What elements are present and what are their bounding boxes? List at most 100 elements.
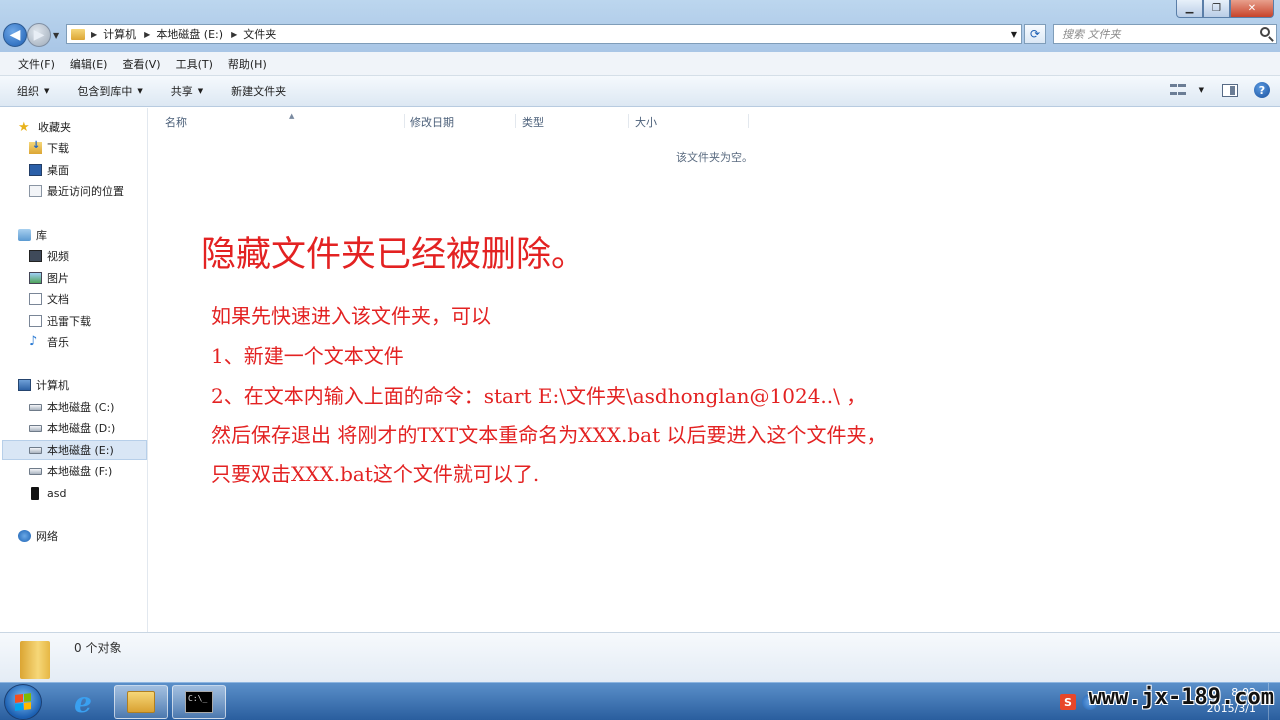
nav-label: 音乐 (47, 336, 69, 349)
toolbar-right: ▼ ? (1169, 82, 1270, 98)
nav-drive-f[interactable]: 本地磁盘 (F:) (29, 461, 112, 481)
column-modified-label: 修改日期 (410, 116, 454, 129)
address-bar[interactable]: ▶ 计算机 ▶ 本地磁盘 (E:) ▶ 文件夹 ▼ (66, 24, 1022, 44)
nav-buttons: ◀ ▶ ▼ (3, 23, 59, 47)
star-icon: ★ (18, 119, 30, 135)
menu-view[interactable]: 查看(V) (116, 54, 166, 74)
recent-pages-dropdown[interactable]: ▼ (53, 31, 59, 40)
nav-desktop[interactable]: 桌面 (29, 160, 69, 180)
nav-label: 视频 (47, 250, 69, 263)
help-icon[interactable]: ? (1254, 82, 1270, 98)
forward-button[interactable]: ▶ (27, 23, 51, 47)
pictures-library-icon (29, 272, 42, 284)
nav-label: asd (47, 486, 67, 500)
refresh-button[interactable]: ⟳ (1024, 24, 1046, 44)
column-type-label: 类型 (522, 116, 544, 129)
column-header-name[interactable]: 名称 ▲ (159, 112, 405, 129)
downloads-folder-icon (29, 140, 42, 154)
view-dropdown-icon[interactable]: ▼ (1199, 86, 1204, 94)
menu-file[interactable]: 文件(F) (12, 54, 61, 74)
caret-down-icon: ▼ (197, 87, 204, 95)
forward-arrow-icon: ▶ (33, 27, 45, 43)
nav-drive-d[interactable]: 本地磁盘 (D:) (29, 418, 115, 438)
details-pane: 0 个对象 (0, 632, 1280, 682)
start-button[interactable] (4, 684, 42, 720)
nav-network[interactable]: 网络 (18, 526, 58, 546)
nav-label: 网络 (36, 530, 58, 543)
menu-help[interactable]: 帮助(H) (222, 54, 273, 74)
drive-icon (29, 403, 42, 411)
nav-recent-places[interactable]: 最近访问的位置 (29, 181, 124, 201)
command-bar: 组织 ▼ 包含到库中 ▼ 共享 ▼ 新建文件夹 ▼ ? (0, 76, 1280, 107)
share-button[interactable]: 共享 ▼ (164, 80, 210, 102)
taskbar-command-prompt[interactable]: C:\_ (172, 685, 226, 719)
close-button[interactable]: ✕ (1230, 0, 1274, 18)
new-folder-button[interactable]: 新建文件夹 (224, 80, 293, 102)
phone-device-icon (31, 486, 39, 500)
column-header-size[interactable]: 大小 (629, 114, 749, 129)
title-bar: ▁ ❐ ✕ ◀ ▶ ▼ ▶ 计算机 ▶ 本地磁盘 (E:) ▶ 文件夹 ▼ ⟳ … (0, 0, 1280, 52)
preview-pane-icon[interactable] (1222, 83, 1238, 97)
nav-label: 下载 (47, 142, 69, 155)
nav-documents[interactable]: 文档 (29, 289, 69, 309)
back-button[interactable]: ◀ (3, 23, 27, 47)
nav-label: 收藏夹 (38, 121, 71, 134)
annotation-line: 1、新建一个文本文件 (211, 344, 404, 368)
chevron-right-icon[interactable]: ▶ (231, 30, 237, 39)
nav-label: 计算机 (36, 379, 69, 392)
nav-drive-e[interactable]: 本地磁盘 (E:) (2, 440, 147, 460)
nav-music[interactable]: ♪ 音乐 (29, 332, 69, 352)
search-icon[interactable] (1260, 27, 1270, 37)
include-library-label: 包含到库中 (77, 85, 133, 98)
chevron-right-icon[interactable]: ▶ (144, 30, 150, 39)
nav-favorites[interactable]: ★ 收藏夹 (18, 117, 71, 137)
organize-button[interactable]: 组织 ▼ (10, 80, 56, 102)
column-header-modified[interactable]: 修改日期 (404, 114, 516, 129)
nav-asd-device[interactable]: asd (29, 483, 66, 503)
taskbar-explorer[interactable] (114, 685, 168, 719)
nav-drive-c[interactable]: 本地磁盘 (C:) (29, 397, 114, 417)
chevron-right-icon[interactable]: ▶ (91, 30, 97, 39)
empty-folder-message: 该文件夹为空。 (676, 151, 753, 164)
maximize-button[interactable]: ❐ (1203, 0, 1230, 18)
site-watermark: www.jx-189.com (1088, 685, 1274, 710)
music-note-icon: ♪ (29, 334, 38, 349)
menu-tools[interactable]: 工具(T) (170, 54, 219, 74)
recent-places-icon (29, 185, 42, 197)
nav-pictures[interactable]: 图片 (29, 268, 69, 288)
menu-bar: 文件(F) 编辑(E) 查看(V) 工具(T) 帮助(H) (0, 52, 1280, 76)
organize-label: 组织 (17, 85, 39, 98)
nav-label: 桌面 (47, 164, 69, 177)
folder-icon (71, 28, 85, 40)
search-input[interactable]: 搜索 文件夹 (1053, 24, 1277, 44)
library-icon (18, 229, 31, 241)
file-list[interactable]: 名称 ▲ 修改日期 类型 大小 该文件夹为空。 隐藏文件夹已经被删除。 如果先快… (149, 108, 1280, 632)
breadcrumb-folder[interactable]: 文件夹 (243, 26, 276, 42)
change-view-icon[interactable] (1169, 83, 1186, 97)
sogou-input-icon[interactable]: S (1060, 694, 1076, 710)
minimize-button[interactable]: ▁ (1176, 0, 1203, 18)
sort-ascending-icon: ▲ (289, 112, 295, 120)
drive-icon (29, 424, 42, 432)
annotation-title: 隐藏文件夹已经被删除。 (201, 235, 587, 275)
command-prompt-icon: C:\_ (185, 691, 213, 713)
taskbar-internet-explorer[interactable]: e (56, 685, 110, 719)
nav-label: 本地磁盘 (E:) (47, 444, 114, 457)
menu-edit[interactable]: 编辑(E) (64, 54, 114, 74)
include-in-library-button[interactable]: 包含到库中 ▼ (70, 80, 149, 102)
breadcrumb-drive-e[interactable]: 本地磁盘 (E:) (156, 26, 223, 42)
nav-videos[interactable]: 视频 (29, 246, 69, 266)
window-controls: ▁ ❐ ✕ (1176, 0, 1274, 18)
nav-thunder-downloads[interactable]: 迅雷下载 (29, 311, 91, 331)
nav-label: 最近访问的位置 (47, 185, 124, 198)
column-header-type[interactable]: 类型 (516, 114, 629, 129)
nav-downloads[interactable]: 下载 (29, 138, 69, 158)
show-desktop-button[interactable] (1268, 683, 1280, 720)
breadcrumb-computer[interactable]: 计算机 (103, 26, 136, 42)
caret-down-icon: ▼ (137, 87, 143, 95)
computer-icon (18, 379, 31, 391)
address-dropdown-icon[interactable]: ▼ (1011, 30, 1017, 39)
nav-libraries[interactable]: 库 (18, 225, 47, 245)
nav-computer[interactable]: 计算机 (18, 375, 69, 395)
share-label: 共享 (170, 85, 193, 98)
